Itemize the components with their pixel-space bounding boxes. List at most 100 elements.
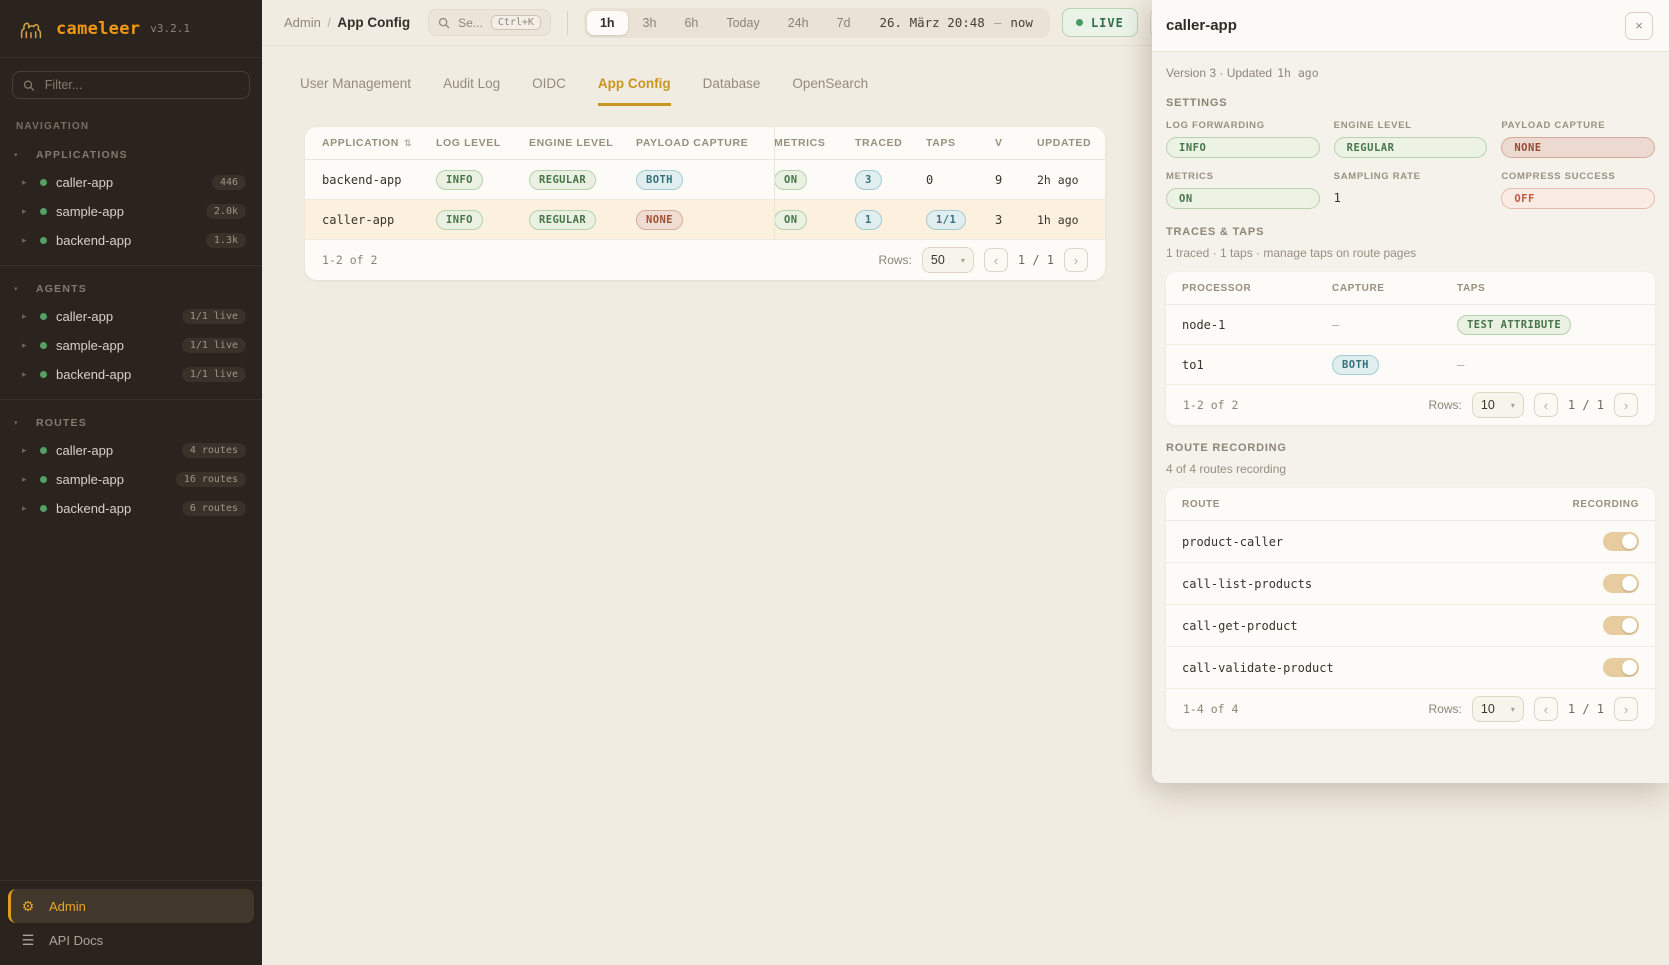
prev-page-button[interactable]: ‹ bbox=[1534, 393, 1558, 417]
rows-per-page-select[interactable]: 10 ▾ bbox=[1472, 696, 1524, 722]
camel-icon bbox=[16, 14, 46, 44]
tab-database[interactable]: Database bbox=[703, 76, 761, 106]
sidebar-spacer bbox=[0, 523, 262, 880]
breadcrumb-current: App Config bbox=[337, 15, 410, 30]
tap-badge: TEST ATTRIBUTE bbox=[1457, 315, 1571, 335]
route-row-call-list-products: call-list-products bbox=[1166, 563, 1655, 605]
tab-opensearch[interactable]: OpenSearch bbox=[792, 76, 868, 106]
sidebar-item-applications-sample-app[interactable]: ▸ sample-app 2.0k bbox=[0, 197, 262, 226]
breadcrumb-admin[interactable]: Admin bbox=[284, 15, 321, 30]
traces-taps-subtitle: 1 traced · 1 taps · manage taps on route… bbox=[1166, 246, 1655, 260]
live-button[interactable]: LIVE bbox=[1062, 8, 1138, 37]
time-range-7d[interactable]: 7d bbox=[824, 11, 864, 35]
section-applications: ▾ APPLICATIONS ▸ caller-app 446 ▸ sample… bbox=[0, 132, 262, 255]
versions-value: 3 bbox=[995, 213, 1037, 227]
traces-taps-heading: TRACES & TAPS bbox=[1166, 226, 1655, 238]
menu-icon: ☰ bbox=[20, 932, 36, 949]
time-range-24h[interactable]: 24h bbox=[775, 11, 822, 35]
chevron-right-icon: ▸ bbox=[22, 445, 31, 456]
sidebar-item-applications-backend-app[interactable]: ▸ backend-app 1.3k bbox=[0, 226, 262, 255]
status-dot bbox=[40, 313, 47, 320]
time-range-today[interactable]: Today bbox=[713, 11, 772, 35]
recording-toggle[interactable] bbox=[1603, 658, 1639, 677]
time-range-6h[interactable]: 6h bbox=[671, 11, 711, 35]
next-page-button[interactable]: › bbox=[1064, 248, 1088, 272]
global-search[interactable]: Se... Ctrl+K bbox=[428, 9, 551, 36]
capture-empty: — bbox=[1332, 318, 1457, 332]
app-version: v3.2.1 bbox=[150, 22, 190, 35]
prev-page-button[interactable]: ‹ bbox=[1534, 697, 1558, 721]
sidebar-item-agents-sample-app[interactable]: ▸ sample-app 1/1 live bbox=[0, 331, 262, 360]
rows-label: Rows: bbox=[1429, 702, 1462, 716]
sidebar-item-admin[interactable]: ⚙ Admin bbox=[8, 889, 254, 923]
traced-badge: 1 bbox=[855, 210, 882, 230]
chevron-right-icon: ▸ bbox=[22, 177, 31, 188]
field-engine-level: ENGINE LEVEL REGULAR bbox=[1334, 120, 1488, 158]
detail-drawer: caller-app × Version 3 · Updated 1h ago … bbox=[1152, 0, 1669, 783]
sidebar-item-agents-backend-app[interactable]: ▸ backend-app 1/1 live bbox=[0, 360, 262, 389]
prev-page-button[interactable]: ‹ bbox=[984, 248, 1008, 272]
drawer-header: caller-app × bbox=[1152, 0, 1669, 52]
time-range-3h[interactable]: 3h bbox=[630, 11, 670, 35]
tab-user-management[interactable]: User Management bbox=[300, 76, 411, 106]
updated-value: 2h ago bbox=[1037, 173, 1088, 187]
tab-audit-log[interactable]: Audit Log bbox=[443, 76, 500, 106]
sidebar: cameleer v3.2.1 NAVIGATION ▾ APPLICATION… bbox=[0, 0, 262, 965]
live-dot-icon bbox=[1076, 19, 1083, 26]
sidebar-item-applications-caller-app[interactable]: ▸ caller-app 446 bbox=[0, 168, 262, 197]
section-head-routes[interactable]: ▾ ROUTES bbox=[0, 410, 262, 436]
col-application[interactable]: APPLICATION ⇅ bbox=[322, 137, 436, 149]
filter-input[interactable] bbox=[43, 77, 239, 93]
recording-toggle[interactable] bbox=[1603, 574, 1639, 593]
route-recording-subtitle: 4 of 4 routes recording bbox=[1166, 462, 1655, 476]
time-range-1h[interactable]: 1h bbox=[587, 11, 628, 35]
next-page-button[interactable]: › bbox=[1614, 393, 1638, 417]
tab-app-config[interactable]: App Config bbox=[598, 76, 671, 106]
sidebar-item-routes-sample-app[interactable]: ▸ sample-app 16 routes bbox=[0, 465, 262, 494]
sidebar-filter[interactable] bbox=[12, 71, 250, 99]
page-indicator: 1 / 1 bbox=[1568, 398, 1604, 412]
section-agents: ▾ AGENTS ▸ caller-app 1/1 live ▸ sample-… bbox=[0, 265, 262, 389]
table-row-caller-app[interactable]: caller-app INFO REGULAR NONE ON 1 1/1 3 … bbox=[305, 200, 1105, 240]
taps-table: PROCESSOR CAPTURE TAPS node-1 — TEST ATT… bbox=[1166, 272, 1655, 425]
compress-success-value: OFF bbox=[1501, 188, 1655, 209]
taps-row-node-1: node-1 — TEST ATTRIBUTE bbox=[1166, 305, 1655, 345]
search-placeholder: Se... bbox=[458, 16, 483, 30]
next-page-button[interactable]: › bbox=[1614, 697, 1638, 721]
recording-toggle[interactable] bbox=[1603, 616, 1639, 635]
metrics-badge: ON bbox=[774, 170, 807, 190]
close-button[interactable]: × bbox=[1625, 12, 1653, 40]
chevron-down-icon: ▾ bbox=[14, 419, 22, 427]
sidebar-item-agents-caller-app[interactable]: ▸ caller-app 1/1 live bbox=[0, 302, 262, 331]
col-log-level: LOG LEVEL bbox=[436, 137, 529, 149]
rows-per-page-select[interactable]: 10 ▾ bbox=[1472, 392, 1524, 418]
route-row-call-validate-product: call-validate-product bbox=[1166, 647, 1655, 689]
routes-badge: 16 routes bbox=[176, 472, 246, 487]
route-row-product-caller: product-caller bbox=[1166, 521, 1655, 563]
tab-oidc[interactable]: OIDC bbox=[532, 76, 566, 106]
route-recording-table: ROUTE RECORDING product-caller call-list… bbox=[1166, 488, 1655, 729]
chevron-right-icon: ▸ bbox=[22, 235, 31, 246]
table-row-backend-app[interactable]: backend-app INFO REGULAR BOTH ON 3 0 9 2… bbox=[305, 160, 1105, 200]
field-log-forwarding: LOG FORWARDING INFO bbox=[1166, 120, 1320, 158]
payload-capture-badge: BOTH bbox=[636, 170, 683, 190]
chevron-down-icon: ▾ bbox=[1511, 401, 1515, 410]
sidebar-item-api-docs[interactable]: ☰ API Docs bbox=[8, 923, 254, 957]
divider bbox=[567, 11, 568, 35]
section-head-applications[interactable]: ▾ APPLICATIONS bbox=[0, 142, 262, 168]
rows-per-page-select[interactable]: 50 ▾ bbox=[922, 247, 974, 273]
sidebar-item-routes-backend-app[interactable]: ▸ backend-app 6 routes bbox=[0, 494, 262, 523]
col-engine-level: ENGINE LEVEL bbox=[529, 137, 636, 149]
logo: cameleer v3.2.1 bbox=[0, 0, 262, 58]
date-range-display[interactable]: 26. März 20:48 — now bbox=[865, 15, 1046, 30]
routes-badge: 6 routes bbox=[182, 501, 246, 516]
status-dot bbox=[40, 371, 47, 378]
sampling-rate-value: 1 bbox=[1334, 188, 1488, 205]
field-sampling-rate: SAMPLING RATE 1 bbox=[1334, 171, 1488, 209]
section-head-agents[interactable]: ▾ AGENTS bbox=[0, 276, 262, 302]
search-icon bbox=[23, 79, 35, 92]
recording-toggle[interactable] bbox=[1603, 532, 1639, 551]
sidebar-item-routes-caller-app[interactable]: ▸ caller-app 4 routes bbox=[0, 436, 262, 465]
taps-value: 0 bbox=[926, 173, 995, 187]
col-traced: TRACED bbox=[855, 137, 926, 149]
